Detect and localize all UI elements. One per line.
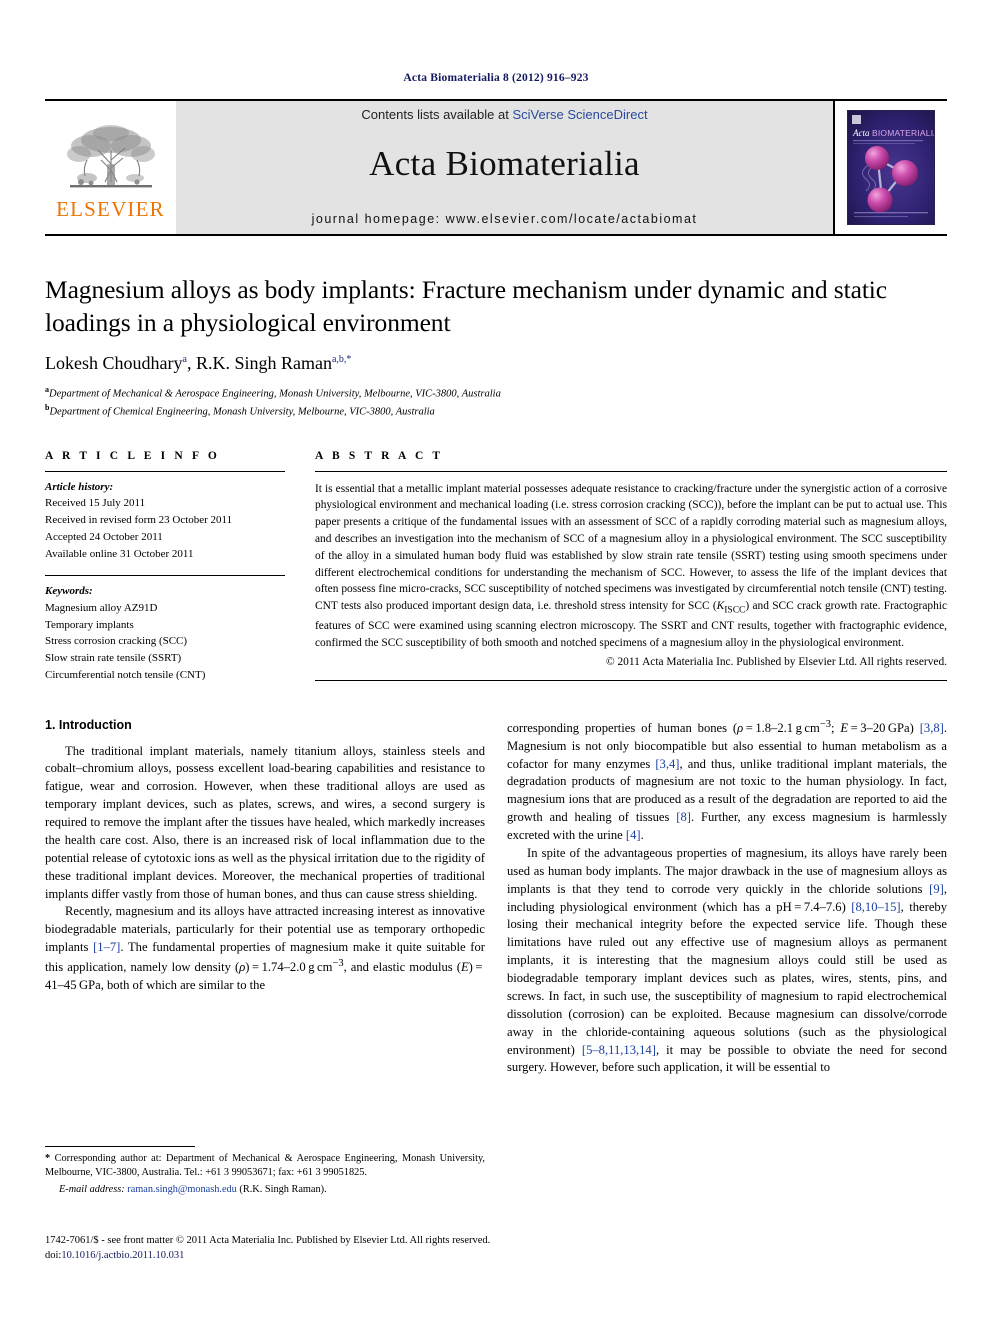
journal-title: Acta Biomaterialia — [369, 144, 640, 183]
keywords-rule — [45, 575, 285, 577]
abstract-bottom-rule — [315, 679, 947, 681]
journal-homepage-line[interactable]: journal homepage: www.elsevier.com/locat… — [312, 212, 698, 226]
abstract-column: A B S T R A C T It is essential that a m… — [315, 450, 947, 684]
keyword-item: Circumferential notch tensile (CNT) — [45, 668, 206, 681]
svg-text:Acta: Acta — [852, 128, 870, 138]
paragraph: Recently, magnesium and its alloys have … — [45, 904, 485, 993]
corresponding-author-note: * Corresponding author at: Department of… — [45, 1153, 485, 1179]
history-item: Available online 31 October 2011 — [45, 547, 194, 560]
history-item: Accepted 24 October 2011 — [45, 530, 163, 543]
keyword-item: Slow strain rate tensile (SSRT) — [45, 652, 182, 665]
footnote-divider — [45, 1146, 195, 1147]
abstract-rule — [315, 470, 947, 472]
body-right-column: corresponding properties of human bones … — [507, 718, 947, 1078]
email-link[interactable]: raman.singh@monash.edu — [127, 1184, 237, 1195]
elsevier-logo: ELSEVIER — [45, 101, 176, 234]
body-columns: 1. Introduction The traditional implant … — [45, 718, 947, 1078]
email-line: E-mail address: raman.singh@monash.edu (… — [45, 1183, 485, 1197]
body-left-column: 1. Introduction The traditional implant … — [45, 718, 485, 1078]
journal-masthead: ELSEVIER Contents lists available at Sci… — [45, 99, 947, 236]
keywords-label: Keywords: — [45, 585, 93, 598]
history-item: Received 15 July 2011 — [45, 497, 146, 510]
contents-available-line: Contents lists available at SciVerse Sci… — [361, 107, 647, 122]
paragraph: The traditional implant materials, namel… — [45, 743, 485, 901]
paper-page: Acta Biomaterialia 8 (2012) 916–923 ELSE… — [0, 0, 992, 1323]
article-history-label: Article history: — [45, 480, 114, 493]
history-item: Received in revised form 23 October 2011 — [45, 514, 233, 527]
abstract-copyright: © 2011 Acta Materialia Inc. Published by… — [605, 655, 947, 668]
masthead-center: Contents lists available at SciVerse Sci… — [176, 101, 833, 234]
section-title-introduction: 1. Introduction — [45, 717, 132, 732]
corresponding-author-footnote: * Corresponding author at: Department of… — [45, 1146, 485, 1197]
title-block: Magnesium alloys as body implants: Fract… — [45, 274, 947, 420]
email-label: E-mail address: — [59, 1183, 125, 1195]
article-info-column: A R T I C L E I N F O Article history: R… — [45, 450, 285, 684]
author-list: Lokesh Choudharya, R.K. Singh Ramana,b,* — [45, 353, 352, 374]
footnote-text: * Corresponding author at: Department of… — [45, 1152, 485, 1197]
affiliation-a: aDepartment of Mechanical & Aerospace En… — [45, 385, 501, 400]
email-suffix: (R.K. Singh Raman). — [239, 1183, 327, 1195]
affiliations: aDepartment of Mechanical & Aerospace En… — [45, 384, 947, 419]
article-info-rule — [45, 470, 285, 472]
paragraph: corresponding properties of human bones … — [507, 718, 947, 843]
keyword-item: Magnesium alloy AZ91D — [45, 602, 158, 614]
info-abstract-region: A R T I C L E I N F O Article history: R… — [45, 450, 947, 684]
article-info-heading: A R T I C L E I N F O — [45, 449, 220, 462]
issn-copyright-line: 1742-7061/$ - see front matter © 2011 Ac… — [45, 1235, 491, 1246]
journal-cover-container: Acta BIOMATERIALIA — [833, 101, 947, 234]
contents-prefix: Contents lists available at — [361, 107, 513, 122]
keyword-item: Temporary implants — [45, 618, 134, 631]
doi-line: doi:10.1016/j.actbio.2011.10.031 — [45, 1248, 947, 1263]
sciencedirect-link[interactable]: SciVerse ScienceDirect — [512, 107, 647, 122]
doi-value[interactable]: 10.1016/j.actbio.2011.10.031 — [61, 1250, 184, 1261]
doi-label: doi: — [45, 1250, 62, 1262]
paragraph: In spite of the advantageous properties … — [507, 845, 947, 1075]
keyword-item: Stress corrosion cracking (SCC) — [45, 635, 188, 648]
running-head: Acta Biomaterialia 8 (2012) 916–923 — [403, 72, 589, 84]
journal-cover-thumbnail: Acta BIOMATERIALIA — [847, 110, 935, 225]
paper-title: Magnesium alloys as body implants: Fract… — [45, 275, 888, 337]
journal-cover-art-icon: Acta BIOMATERIALIA — [848, 111, 934, 224]
page-footer: 1742-7061/$ - see front matter © 2011 Ac… — [45, 1233, 947, 1263]
svg-text:BIOMATERIALIA: BIOMATERIALIA — [872, 128, 934, 138]
affiliation-b: bDepartment of Chemical Engineering, Mon… — [45, 402, 435, 418]
elsevier-wordmark: ELSEVIER — [56, 196, 165, 221]
abstract-heading: A B S T R A C T — [315, 449, 444, 462]
article-history-group: Article history: Received 15 July 2011 R… — [45, 479, 285, 684]
abstract-text: It is essential that a metallic implant … — [315, 482, 948, 650]
elsevier-tree-icon — [66, 124, 155, 187]
